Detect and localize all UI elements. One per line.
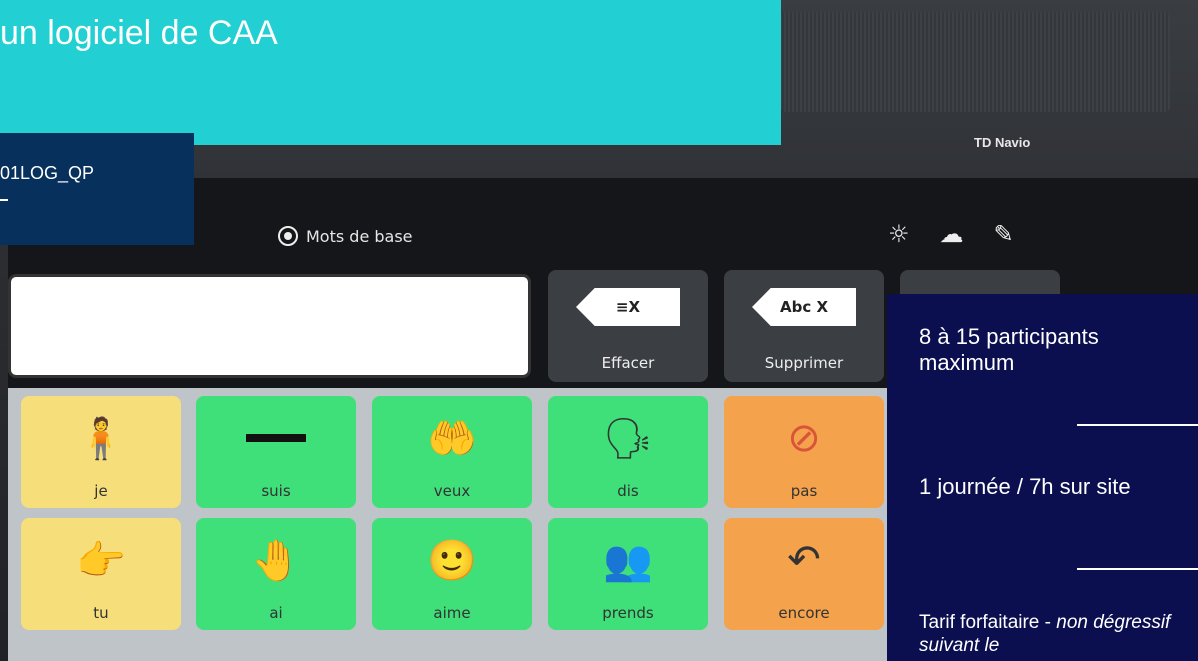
cell-pas[interactable]: ⊘ pas xyxy=(724,396,884,508)
again-arrows-icon: ↶ xyxy=(787,537,821,583)
cell-tu[interactable]: 👉 tu xyxy=(21,518,181,630)
cell-label: veux xyxy=(433,482,471,500)
info-divider xyxy=(1077,568,1198,570)
cell-ai[interactable]: 🤚 ai xyxy=(196,518,356,630)
brightness-icon[interactable]: ☼ xyxy=(888,220,910,248)
happy-face-icon: 🙂 xyxy=(427,537,477,584)
cell-label: prends xyxy=(602,604,654,622)
speaker-grille xyxy=(780,12,1170,112)
cell-prends[interactable]: 👥 prends xyxy=(548,518,708,630)
dash-icon xyxy=(246,408,306,468)
course-code-box: 01LOG_QP xyxy=(0,133,194,245)
info-divider xyxy=(1077,424,1198,426)
tarif-prefix: Tarif forfaitaire - xyxy=(919,612,1057,633)
person-self-icon: 🧍 xyxy=(76,415,126,462)
tool-icons: ☼ ☁ ✎ xyxy=(888,220,1014,248)
want-hands-icon: 🤲 xyxy=(427,415,477,462)
clear-icon: ≡X xyxy=(576,288,680,326)
target-icon xyxy=(278,226,298,246)
pointing-hand-icon: 👉 xyxy=(76,537,126,584)
banner-title: un logiciel de CAA xyxy=(0,14,278,52)
cell-aime[interactable]: 🙂 aime xyxy=(372,518,532,630)
forbidden-icon: ⊘ xyxy=(787,415,821,461)
info-panel: 8 à 15 participants maximum 1 journée / … xyxy=(887,294,1198,661)
code-divider xyxy=(0,199,8,201)
tarif-text: Tarif forfaitaire - non dégressif suivan… xyxy=(919,612,1189,658)
delete-icon: Abc X xyxy=(752,288,856,326)
title-banner: un logiciel de CAA xyxy=(0,0,781,145)
delete-button-label: Supprimer xyxy=(764,354,844,372)
page-name[interactable]: Mots de base xyxy=(278,226,413,246)
duration-text: 1 journée / 7h sur site xyxy=(919,474,1131,499)
participants-text: 8 à 15 participants maximum xyxy=(919,324,1099,376)
cell-veux[interactable]: 🤲 veux xyxy=(372,396,532,508)
cell-label: suis xyxy=(261,482,291,500)
cell-label: aime xyxy=(433,604,471,622)
hand-holding-icon: 🤚 xyxy=(251,537,301,584)
cell-label: encore xyxy=(778,604,830,622)
clear-button[interactable]: ≡X Effacer xyxy=(548,270,708,382)
course-code: 01LOG_QP xyxy=(0,163,95,183)
cell-label: pas xyxy=(790,482,818,500)
speaking-people-icon: 🗣 xyxy=(602,415,654,462)
device-brand-label: TD Navio xyxy=(974,135,1031,150)
cell-dis[interactable]: 🗣 dis xyxy=(548,396,708,508)
edit-icon[interactable]: ✎ xyxy=(994,220,1014,248)
cell-label: ai xyxy=(269,604,283,622)
clear-button-label: Effacer xyxy=(601,354,655,372)
page-name-label: Mots de base xyxy=(306,226,413,246)
cell-je[interactable]: 🧍 je xyxy=(21,396,181,508)
message-field[interactable] xyxy=(8,274,531,378)
cell-label: tu xyxy=(93,604,109,622)
cell-label: dis xyxy=(617,482,639,500)
taking-people-icon: 👥 xyxy=(603,537,653,584)
cell-label: je xyxy=(94,482,108,500)
cell-suis[interactable]: suis xyxy=(196,396,356,508)
cell-encore[interactable]: ↶ encore xyxy=(724,518,884,630)
delete-button[interactable]: Abc X Supprimer xyxy=(724,270,884,382)
cloud-sync-icon[interactable]: ☁ xyxy=(940,220,964,248)
